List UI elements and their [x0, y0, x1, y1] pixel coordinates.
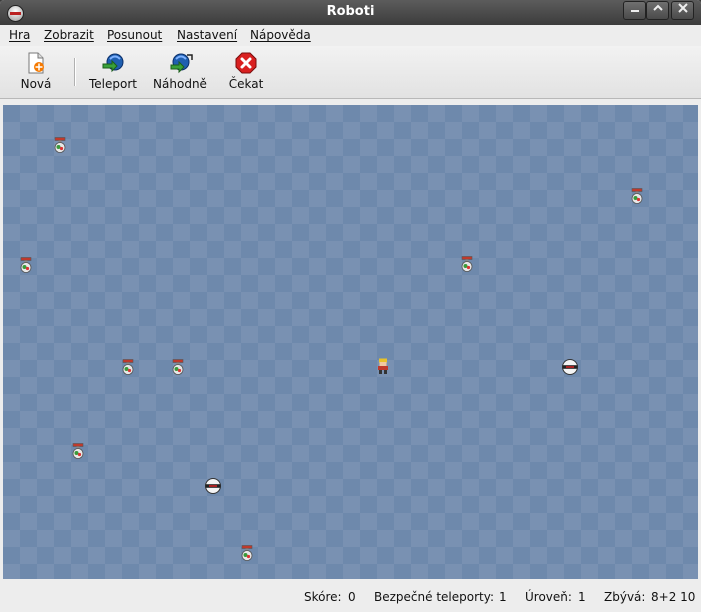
- close-icon: [677, 3, 688, 13]
- wait-button[interactable]: Čekat: [226, 51, 266, 95]
- robot-icon: [71, 443, 85, 459]
- random-teleport-label: Náhodně: [153, 77, 207, 91]
- close-button[interactable]: [671, 1, 694, 20]
- robot-icon: [240, 545, 254, 561]
- new-game-label: Nová: [20, 77, 52, 91]
- minimize-icon: [630, 10, 639, 12]
- menu-hra[interactable]: Hra: [9, 28, 30, 42]
- robot-icon: [460, 256, 474, 272]
- title-bar[interactable]: Roboti: [0, 0, 701, 25]
- teleport-label: Teleport: [89, 77, 137, 91]
- toolbar: Nová Teleport Náhodně Čekat: [0, 46, 701, 99]
- new-game-button[interactable]: Nová: [16, 51, 56, 95]
- score-label: Skóre:: [304, 590, 342, 604]
- maximize-button[interactable]: [646, 1, 669, 20]
- robot-icon: [630, 188, 644, 204]
- wait-label: Čekat: [228, 77, 264, 91]
- teleport-icon: [102, 53, 124, 73]
- random-teleport-button[interactable]: Náhodně: [150, 51, 210, 95]
- app-window: Roboti Hra Zobrazit Posunout Nastavení N…: [0, 0, 701, 612]
- menu-zobrazit[interactable]: Zobrazit: [44, 28, 94, 42]
- robot-icon: [121, 359, 135, 375]
- robot-icon: [19, 257, 33, 273]
- chevron-up-icon: [652, 4, 663, 11]
- new-document-icon: [28, 52, 44, 74]
- menu-bar: Hra Zobrazit Posunout Nastavení Nápověda: [0, 25, 701, 46]
- junk-heap-icon: [204, 477, 222, 495]
- player-icon: [376, 358, 390, 374]
- robot-icon: [171, 359, 185, 375]
- menu-napoveda[interactable]: Nápověda: [250, 28, 311, 42]
- level-value: 1: [578, 590, 586, 604]
- safe-teleports-label: Bezpečné teleporty:: [374, 590, 494, 604]
- random-teleport-icon: [170, 53, 193, 74]
- robot-icon: [53, 137, 67, 153]
- teleport-button[interactable]: Teleport: [86, 51, 140, 95]
- menu-nastaveni[interactable]: Nastavení: [177, 28, 237, 42]
- remaining-value: 8+2 10: [651, 590, 696, 604]
- safe-teleports-value: 1: [499, 590, 507, 604]
- game-board[interactable]: [3, 105, 698, 579]
- level-label: Úroveň:: [525, 590, 572, 604]
- stop-icon: [235, 52, 257, 74]
- junk-heap-icon: [561, 358, 579, 376]
- score-value: 0: [348, 590, 356, 604]
- menu-posunout[interactable]: Posunout: [107, 28, 162, 42]
- remaining-label: Zbývá:: [604, 590, 646, 604]
- minimize-button[interactable]: [623, 1, 646, 20]
- status-bar: Skóre: 0 Bezpečné teleporty: 1 Úroveň: 1…: [0, 582, 701, 612]
- window-title: Roboti: [326, 4, 375, 19]
- toolbar-separator: [74, 58, 76, 86]
